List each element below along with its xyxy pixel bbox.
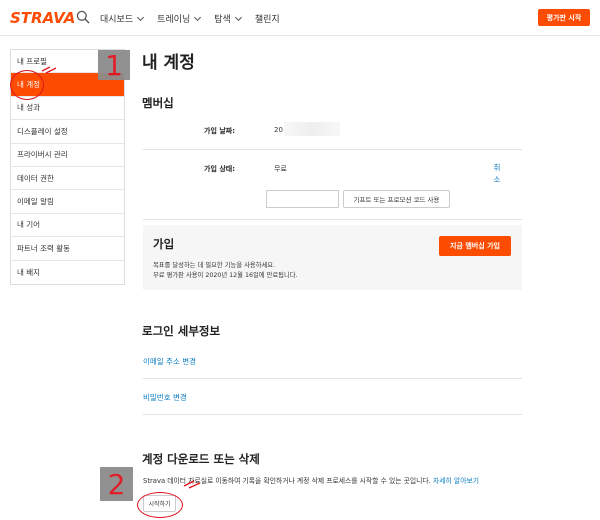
annotation-circle-1: [10, 70, 44, 100]
sidebar-item-my-badges[interactable]: 내 배지: [11, 261, 124, 284]
nav-explore-label: 탐색: [214, 15, 231, 25]
download-delete-title: 계정 다운로드 또는 삭제: [142, 452, 260, 466]
chevron-down-icon: [194, 13, 202, 21]
nav-challenges[interactable]: 챌린지: [255, 12, 280, 25]
chevron-down-icon: [137, 13, 145, 21]
signup-description: 목표를 달성하는 데 필요한 기능을 사용하세요.: [153, 262, 276, 269]
start-trial-button[interactable]: 평가판 시작: [538, 9, 590, 26]
learn-more-link[interactable]: 자세히 알아보기: [433, 477, 479, 485]
main-nav: 대시보드 트레이닝 탐색 챌린지: [100, 12, 280, 25]
annotation-tick-1: [41, 66, 57, 74]
divider: [143, 414, 522, 415]
join-date-value: 20: [274, 126, 283, 134]
annotation-number-2: 2: [107, 467, 126, 501]
sidebar-item-partner-activities[interactable]: 파트너 조력 활동: [11, 237, 124, 261]
strava-logo[interactable]: STRAVA: [10, 9, 75, 27]
nav-explore[interactable]: 탐색: [214, 12, 242, 25]
annotation-number-1: 1: [105, 48, 123, 82]
change-email-link[interactable]: 이메일 주소 변경: [143, 356, 196, 367]
search-icon[interactable]: [76, 10, 90, 24]
join-date-label: 가입 날짜:: [204, 127, 235, 135]
sidebar-item-my-gear[interactable]: 내 기어: [11, 214, 124, 238]
divider: [143, 219, 522, 220]
sidebar-item-display-settings[interactable]: 디스플레이 설정: [11, 120, 124, 144]
top-navbar: STRAVA 대시보드 트레이닝 탐색 챌린지 평가판 시작: [0, 0, 600, 36]
sidebar-item-privacy[interactable]: 프라이버시 관리: [11, 144, 124, 167]
trial-expiry-text: 무료 평가판 사용이 2020년 12월 16일에 만료됩니다.: [153, 272, 298, 279]
join-membership-button[interactable]: 지금 멤버십 가입: [439, 236, 511, 256]
signup-title: 가입: [153, 237, 175, 251]
nav-training[interactable]: 트레이닝: [157, 12, 202, 25]
change-password-link[interactable]: 비밀번호 변경: [143, 392, 187, 403]
status-label: 가입 상태:: [204, 165, 235, 173]
login-details-title: 로그인 세부정보: [142, 324, 221, 338]
signup-panel: 가입 목표를 달성하는 데 필요한 기능을 사용하세요. 무료 평가판 사용이 …: [143, 225, 522, 290]
nav-dashboard-label: 대시보드: [100, 15, 134, 25]
redeem-promo-button[interactable]: 기프트 또는 프로모션 코드 사용: [343, 190, 450, 208]
nav-training-label: 트레이닝: [157, 15, 191, 25]
divider: [143, 149, 522, 150]
status-value: 무료: [274, 165, 287, 173]
nav-challenges-label: 챌린지: [254, 15, 280, 25]
annotation-marker-2: 2: [100, 467, 133, 501]
redacted-date: [284, 122, 340, 136]
divider: [143, 378, 522, 379]
sidebar-item-email-notifications[interactable]: 이메일 알림: [11, 190, 124, 214]
chevron-down-icon: [234, 13, 242, 21]
nav-dashboard[interactable]: 대시보드: [100, 12, 145, 25]
annotation-tick-2: [183, 480, 201, 489]
page-title: 내 계정: [142, 53, 195, 73]
promo-code-input[interactable]: [266, 190, 339, 208]
membership-title: 멤버십: [142, 96, 174, 110]
annotation-circle-2: [137, 492, 183, 518]
sidebar-item-data-permissions[interactable]: 데이터 권한: [11, 167, 124, 191]
sidebar-item-my-performance[interactable]: 내 성과: [11, 97, 124, 121]
cancel-membership-link[interactable]: 취소: [492, 162, 502, 186]
annotation-marker-1: 1: [98, 48, 130, 82]
